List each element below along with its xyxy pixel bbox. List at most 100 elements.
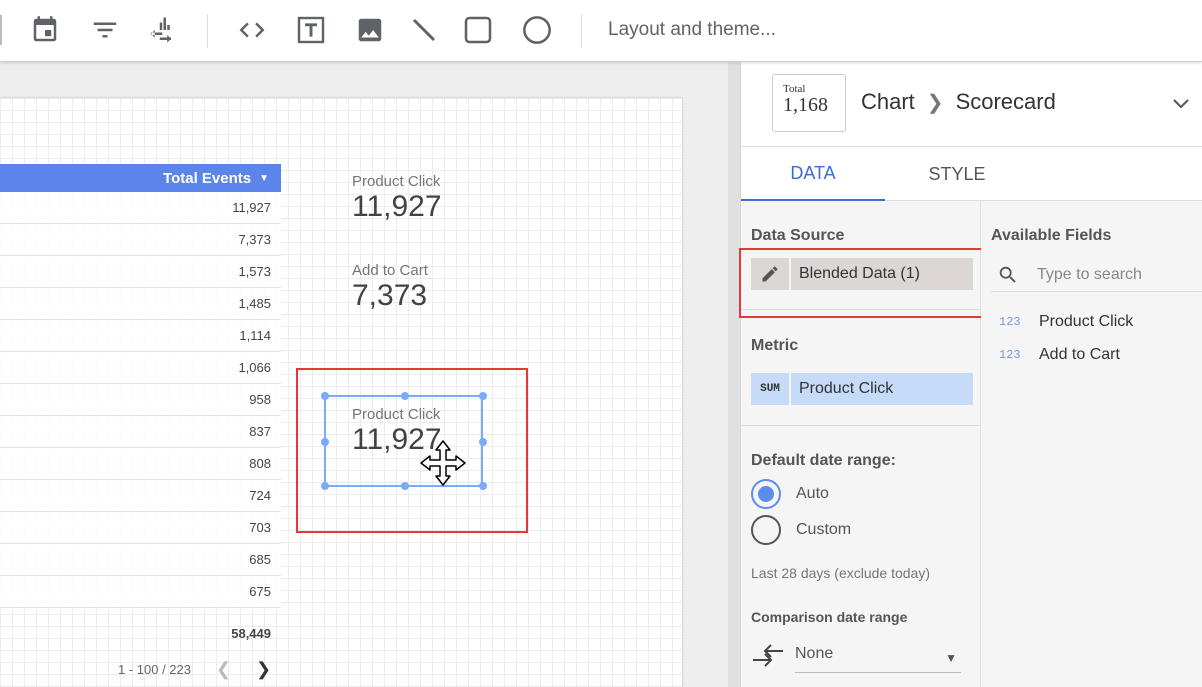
resize-handle[interactable] <box>321 438 329 446</box>
numeric-type-icon: 123 <box>999 315 1021 329</box>
breadcrumb-parent[interactable]: Chart <box>861 89 915 115</box>
search-input[interactable] <box>1037 262 1197 288</box>
table-row[interactable]: 7,373 <box>0 224 281 256</box>
circle-icon[interactable] <box>519 12 555 48</box>
breadcrumb-current[interactable]: Scorecard <box>956 89 1056 115</box>
comparison-date-range-title: Comparison date range <box>751 609 908 625</box>
comparison-value-text: None <box>795 645 834 662</box>
table-row[interactable]: 1,573 <box>0 256 281 288</box>
table-row[interactable]: 958 <box>0 384 281 416</box>
image-icon[interactable] <box>352 12 388 48</box>
table-cell: 1,066 <box>238 360 271 375</box>
radio-custom[interactable]: Custom <box>751 515 851 545</box>
table-cell: 1,573 <box>238 264 271 279</box>
search-icon <box>997 264 1019 291</box>
table-grand-total: 58,449 <box>231 626 271 641</box>
filter-icon[interactable] <box>87 12 123 48</box>
resize-handle[interactable] <box>479 482 487 490</box>
resize-handle[interactable] <box>479 438 487 446</box>
resize-handle[interactable] <box>401 482 409 490</box>
metric-aggregation[interactable]: SUM <box>751 373 789 405</box>
metric-title: Metric <box>751 337 799 354</box>
tab-style[interactable]: STYLE <box>885 147 1029 202</box>
available-fields-column: Available Fields 123 Product Click 123 A… <box>981 201 1202 687</box>
date-range-icon[interactable] <box>27 12 63 48</box>
toolbar-separator <box>581 14 582 48</box>
panel-resize-strip[interactable] <box>728 62 740 687</box>
move-cursor-icon <box>419 439 467 487</box>
table-column-header-total-events[interactable]: Total Events ▼ <box>0 164 281 192</box>
embed-url-icon[interactable] <box>234 12 270 48</box>
divider <box>741 425 981 426</box>
numeric-type-icon: 123 <box>999 348 1021 362</box>
field-name: Product Click <box>1039 313 1134 330</box>
dropdown-caret-icon: ▼ <box>945 651 957 665</box>
highlight-box <box>739 248 983 318</box>
comparison-value[interactable]: None ▼ <box>795 645 961 673</box>
tab-data[interactable]: DATA <box>741 147 885 202</box>
data-settings-column: Data Source Blended Data (1) Metric SUM … <box>739 201 983 687</box>
rectangle-icon[interactable] <box>460 12 496 48</box>
table-row[interactable]: 11,927 <box>0 192 281 224</box>
table-pagination-label: 1 - 100 / 223 <box>118 662 191 677</box>
table-row[interactable]: 703 <box>0 512 281 544</box>
table-row[interactable]: 675 <box>0 576 281 608</box>
radio-button-selected[interactable] <box>751 479 781 509</box>
table-cell: 11,927 <box>232 200 271 215</box>
resize-handle[interactable] <box>321 482 329 490</box>
scorecard-add-to-cart[interactable]: Add to Cart 7,373 <box>352 262 428 313</box>
table-cell: 958 <box>249 392 271 407</box>
table-cell: 724 <box>249 488 271 503</box>
chevron-down-icon[interactable] <box>1169 92 1193 121</box>
field-add-to-cart[interactable]: 123 Add to Cart <box>999 346 1120 364</box>
chart-type-thumbnail[interactable]: Total 1,168 <box>772 74 846 132</box>
table-row[interactable]: 808 <box>0 448 281 480</box>
resize-handle[interactable] <box>321 392 329 400</box>
table-row[interactable]: 1,066 <box>0 352 281 384</box>
radio-auto[interactable]: Auto <box>751 479 829 509</box>
radio-label: Custom <box>796 521 852 538</box>
field-search <box>991 258 1202 292</box>
field-name: Add to Cart <box>1039 346 1120 363</box>
data-control-icon[interactable] <box>143 12 179 48</box>
radio-button[interactable] <box>751 515 781 545</box>
table-cell: 837 <box>249 424 271 439</box>
metric-name[interactable]: Product Click <box>791 373 973 405</box>
data-source-title: Data Source <box>751 227 845 244</box>
available-fields-title: Available Fields <box>991 227 1112 244</box>
divider <box>741 309 981 310</box>
panel-tabs: DATA STYLE <box>741 146 1202 202</box>
next-page-icon[interactable]: ❯ <box>256 659 271 680</box>
field-product-click[interactable]: 123 Product Click <box>999 313 1133 331</box>
comparison-date-range-select[interactable]: None ▼ <box>751 639 963 673</box>
scorecard-value: 7,373 <box>352 279 428 312</box>
chevron-right-icon: ❯ <box>926 91 944 114</box>
table-cell: 675 <box>249 584 271 599</box>
toolbar-separator <box>207 14 208 48</box>
scorecard-product-click[interactable]: Product Click 11,927 <box>352 173 442 224</box>
table-row[interactable]: 837 <box>0 416 281 448</box>
table-cell: 808 <box>249 456 271 471</box>
toolbar-edge <box>0 15 2 45</box>
table-cell: 1,114 <box>239 328 271 343</box>
sort-caret-icon: ▼ <box>259 172 269 184</box>
table-row[interactable]: 685 <box>0 544 281 576</box>
previous-page-icon[interactable]: ❮ <box>216 659 231 680</box>
thumbnail-value: 1,168 <box>783 94 828 116</box>
table-row[interactable]: 1,485 <box>0 288 281 320</box>
table-cell: 1,485 <box>238 296 271 311</box>
report-canvas-area: Total Events ▼ 11,927 7,373 1,573 1,485 … <box>0 62 728 687</box>
table-row[interactable]: 724 <box>0 480 281 512</box>
layout-and-theme-button[interactable]: Layout and theme... <box>608 19 776 41</box>
column-header-label: Total Events <box>163 169 252 187</box>
metric-chip[interactable]: SUM Product Click <box>751 373 973 405</box>
breadcrumb: Chart ❯ Scorecard <box>861 89 1056 115</box>
resize-handle[interactable] <box>401 392 409 400</box>
toolbar: Layout and theme... <box>0 0 1202 62</box>
line-icon[interactable] <box>406 12 442 48</box>
compare-arrows-icon <box>751 643 785 674</box>
table-row[interactable]: 1,114 <box>0 320 281 352</box>
resize-handle[interactable] <box>479 392 487 400</box>
text-box-icon[interactable] <box>293 12 329 48</box>
default-date-range-title: Default date range: <box>751 452 896 469</box>
